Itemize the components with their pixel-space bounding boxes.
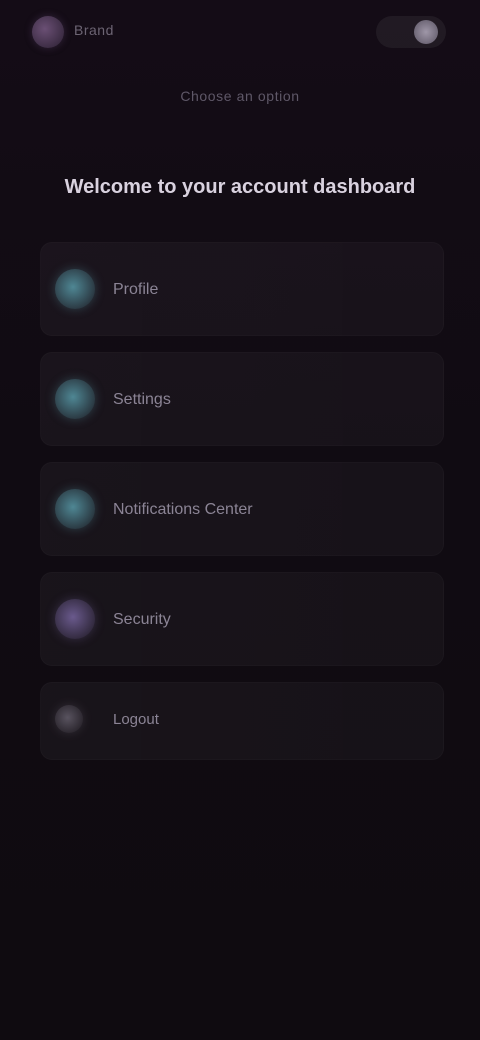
- page-title: Welcome to your account dashboard: [64, 176, 416, 198]
- profile-avatar-icon: [55, 269, 95, 309]
- notifications-avatar-icon: [55, 489, 95, 529]
- user-icon: [414, 20, 438, 44]
- option-card-security[interactable]: Security: [40, 572, 444, 666]
- option-label: Logout: [113, 711, 159, 728]
- option-label: Notifications Center: [113, 501, 253, 518]
- option-card-settings[interactable]: Settings: [40, 352, 444, 446]
- option-card-notifications[interactable]: Notifications Center: [40, 462, 444, 556]
- logo-icon: [32, 16, 64, 48]
- top-bar: Brand: [0, 0, 480, 64]
- options-list: Profile Settings Notifications Center Se…: [40, 242, 444, 776]
- security-avatar-icon: [55, 599, 95, 639]
- logout-avatar-icon: [55, 705, 83, 733]
- settings-avatar-icon: [55, 379, 95, 419]
- page-subtitle: Choose an option: [180, 88, 300, 104]
- option-card-logout[interactable]: Logout: [40, 682, 444, 760]
- brand-label: Brand: [74, 22, 114, 38]
- option-label: Settings: [113, 391, 171, 408]
- option-card-profile[interactable]: Profile: [40, 242, 444, 336]
- option-label: Security: [113, 611, 171, 628]
- option-label: Profile: [113, 281, 159, 298]
